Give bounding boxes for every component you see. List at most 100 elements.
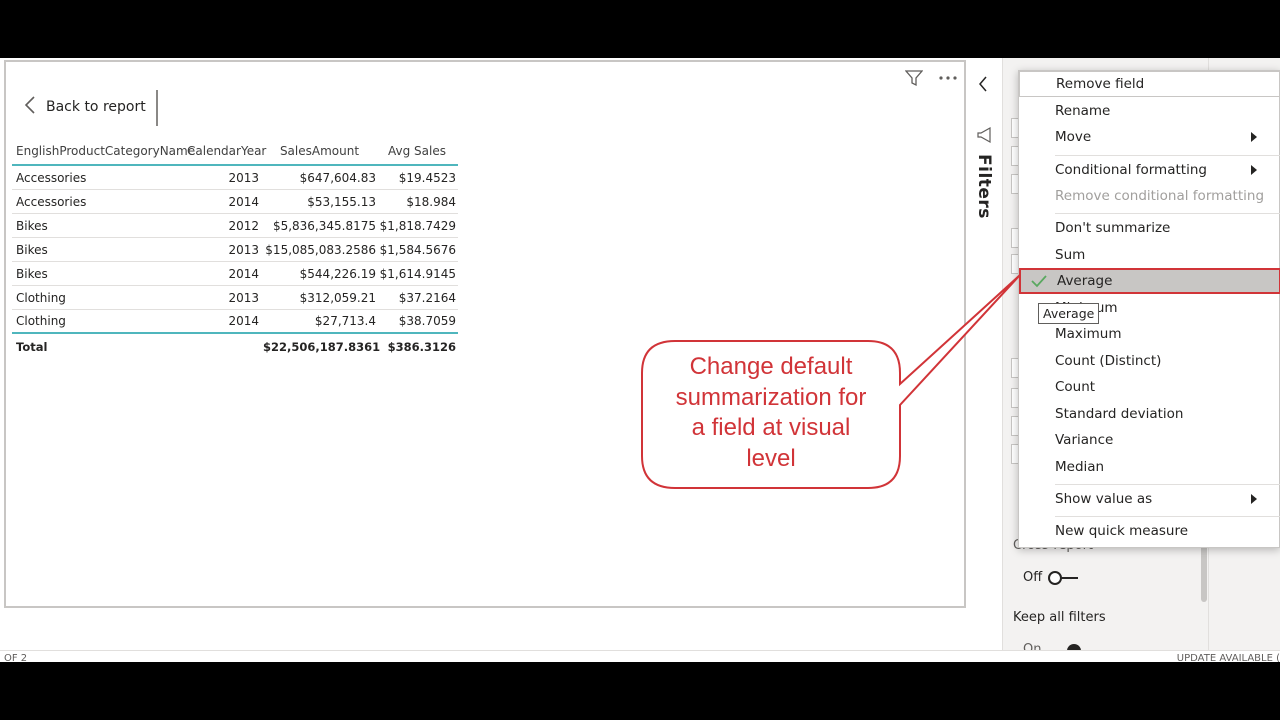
menu-separator [1055, 155, 1280, 156]
cell-sales: $53,155.13 [307, 194, 376, 209]
cell-year: 2012 [228, 218, 259, 233]
menu-item-label: Remove conditional formatting [1055, 188, 1265, 204]
header-divider [156, 90, 158, 126]
menu-item-label: Move [1055, 129, 1092, 145]
cell-category: Clothing [16, 290, 66, 305]
cell-avg-sales: $37.2164 [398, 290, 456, 305]
menu-item-count-distinct[interactable]: Count (Distinct) [1019, 348, 1280, 374]
table-row: Bikes 2012 $5,836,345.8175 $1,818.7429 [12, 214, 458, 238]
keep-all-filters-label: Keep all filters [1013, 610, 1106, 625]
back-to-report-button[interactable]: Back to report [24, 96, 146, 118]
cell-sales: $27,713.4 [314, 314, 376, 328]
update-available-link[interactable]: UPDATE AVAILABLE ( [1177, 653, 1280, 662]
menu-item-maximum[interactable]: Maximum [1019, 321, 1280, 347]
submenu-arrow-icon [1251, 165, 1257, 175]
back-to-report-label: Back to report [46, 99, 146, 115]
megaphone-icon [976, 126, 994, 148]
visual-header [904, 68, 958, 88]
cell-category: Clothing [16, 314, 66, 328]
menu-item-conditional-formatting[interactable]: Conditional formatting [1019, 157, 1280, 183]
cell-avg-sales: $19.4523 [398, 170, 456, 185]
menu-item-variance[interactable]: Variance [1019, 427, 1280, 453]
menu-item-label: Don't summarize [1055, 220, 1171, 236]
cell-year: 2014 [228, 314, 259, 328]
cell-avg-sales: $1,584.5676 [379, 242, 456, 257]
menu-item-label: Maximum [1055, 326, 1122, 342]
chevron-left-icon[interactable] [978, 76, 988, 96]
menu-separator [1055, 484, 1280, 485]
menu-item-standard-deviation[interactable]: Standard deviation [1019, 401, 1280, 427]
column-header-category[interactable]: EnglishProductCategoryName [12, 144, 195, 158]
status-bar: OF 2 UPDATE AVAILABLE ( [0, 650, 1280, 662]
menu-item-new-quick-measure[interactable]: New quick measure [1019, 518, 1280, 544]
menu-item-median[interactable]: Median [1019, 454, 1280, 480]
menu-item-rename[interactable]: Rename [1019, 98, 1280, 124]
menu-item-label: Conditional formatting [1055, 162, 1207, 178]
table-row: Accessories 2013 $647,604.83 $19.4523 [12, 166, 458, 190]
menu-item-count[interactable]: Count [1019, 374, 1280, 400]
cell-sales: $312,059.21 [299, 290, 376, 305]
column-header-sales[interactable]: SalesAmount [263, 144, 378, 158]
menu-item-average[interactable]: Average [1019, 268, 1280, 294]
menu-item-remove-conditional-formatting: Remove conditional formatting [1019, 183, 1280, 209]
cell-year: 2014 [228, 266, 259, 281]
menu-item-label: Count [1055, 379, 1096, 395]
table-row: Bikes 2014 $544,226.19 $1,614.9145 [12, 262, 458, 286]
cell-category: Accessories [16, 170, 87, 185]
table-row: Clothing 2014 $27,713.4 $38.7059 [12, 310, 458, 334]
cell-avg-sales: $38.7059 [398, 314, 456, 328]
toggle-switch[interactable] [1048, 570, 1080, 585]
menu-item-remove-field[interactable]: Remove field [1019, 71, 1280, 97]
more-options-icon[interactable] [938, 68, 958, 88]
table-row: Bikes 2013 $15,085,083.2586 $1,584.5676 [12, 238, 458, 262]
menu-separator [1055, 213, 1280, 214]
table-total-row: Total $22,506,187.8361 $386.3126 [12, 334, 458, 360]
menu-item-dont-summarize[interactable]: Don't summarize [1019, 215, 1280, 241]
menu-item-label: Show value as [1055, 491, 1153, 507]
table-header: EnglishProductCategoryName CalendarYear … [12, 138, 458, 166]
menu-item-move[interactable]: Move [1019, 124, 1280, 150]
menu-item-label: Rename [1055, 103, 1111, 119]
cross-report-toggle[interactable]: Off [1023, 570, 1080, 585]
table-row: Accessories 2014 $53,155.13 $18.984 [12, 190, 458, 214]
callout-line: summarization for [675, 383, 867, 411]
cell-avg-sales: $18.984 [406, 194, 456, 209]
total-avg-sales: $386.3126 [387, 340, 456, 354]
callout-line: a field at visual [691, 414, 851, 441]
focus-mode-canvas: Back to report EnglishProductCategoryNam… [4, 60, 966, 608]
menu-item-label: Median [1055, 459, 1105, 475]
menu-item-show-value-as[interactable]: Show value as [1019, 486, 1280, 512]
menu-item-label: Variance [1055, 432, 1114, 448]
cell-sales: $544,226.19 [299, 266, 376, 281]
menu-separator [1055, 516, 1280, 517]
page-indicator: OF 2 [4, 653, 28, 662]
menu-item-sum[interactable]: Sum [1019, 242, 1280, 268]
cell-category: Bikes [16, 218, 48, 233]
cell-category: Bikes [16, 266, 48, 281]
menu-item-label: Count (Distinct) [1055, 353, 1162, 369]
menu-item-label: Remove field [1056, 76, 1145, 92]
total-label: Total [16, 340, 48, 354]
total-sales: $22,506,187.8361 [263, 340, 381, 354]
column-header-avg-sales[interactable]: Avg Sales [378, 144, 458, 158]
checkmark-icon [1031, 274, 1047, 292]
callout-line: level [746, 444, 796, 472]
menu-item-label: Sum [1055, 247, 1086, 263]
cell-year: 2013 [228, 170, 259, 185]
table-row: Clothing 2013 $312,059.21 $37.2164 [12, 286, 458, 310]
filters-label[interactable]: Filters [974, 154, 994, 219]
cell-sales: $5,836,345.8175 [272, 218, 376, 233]
chevron-left-icon [24, 96, 36, 118]
table-visual[interactable]: EnglishProductCategoryName CalendarYear … [12, 138, 458, 360]
cell-category: Bikes [16, 242, 48, 257]
toggle-off-label: Off [1023, 570, 1043, 585]
average-tooltip: Average [1038, 303, 1100, 324]
filter-icon[interactable] [904, 68, 924, 88]
cell-avg-sales: $1,818.7429 [379, 218, 456, 233]
filters-pane-collapsed[interactable]: Filters [966, 58, 1002, 650]
column-header-year[interactable]: CalendarYear [187, 144, 266, 158]
callout-annotation: Change default summarization for a field… [650, 352, 892, 474]
cell-year: 2014 [228, 194, 259, 209]
cell-sales: $647,604.83 [299, 170, 376, 185]
menu-item-label: Standard deviation [1055, 406, 1184, 422]
